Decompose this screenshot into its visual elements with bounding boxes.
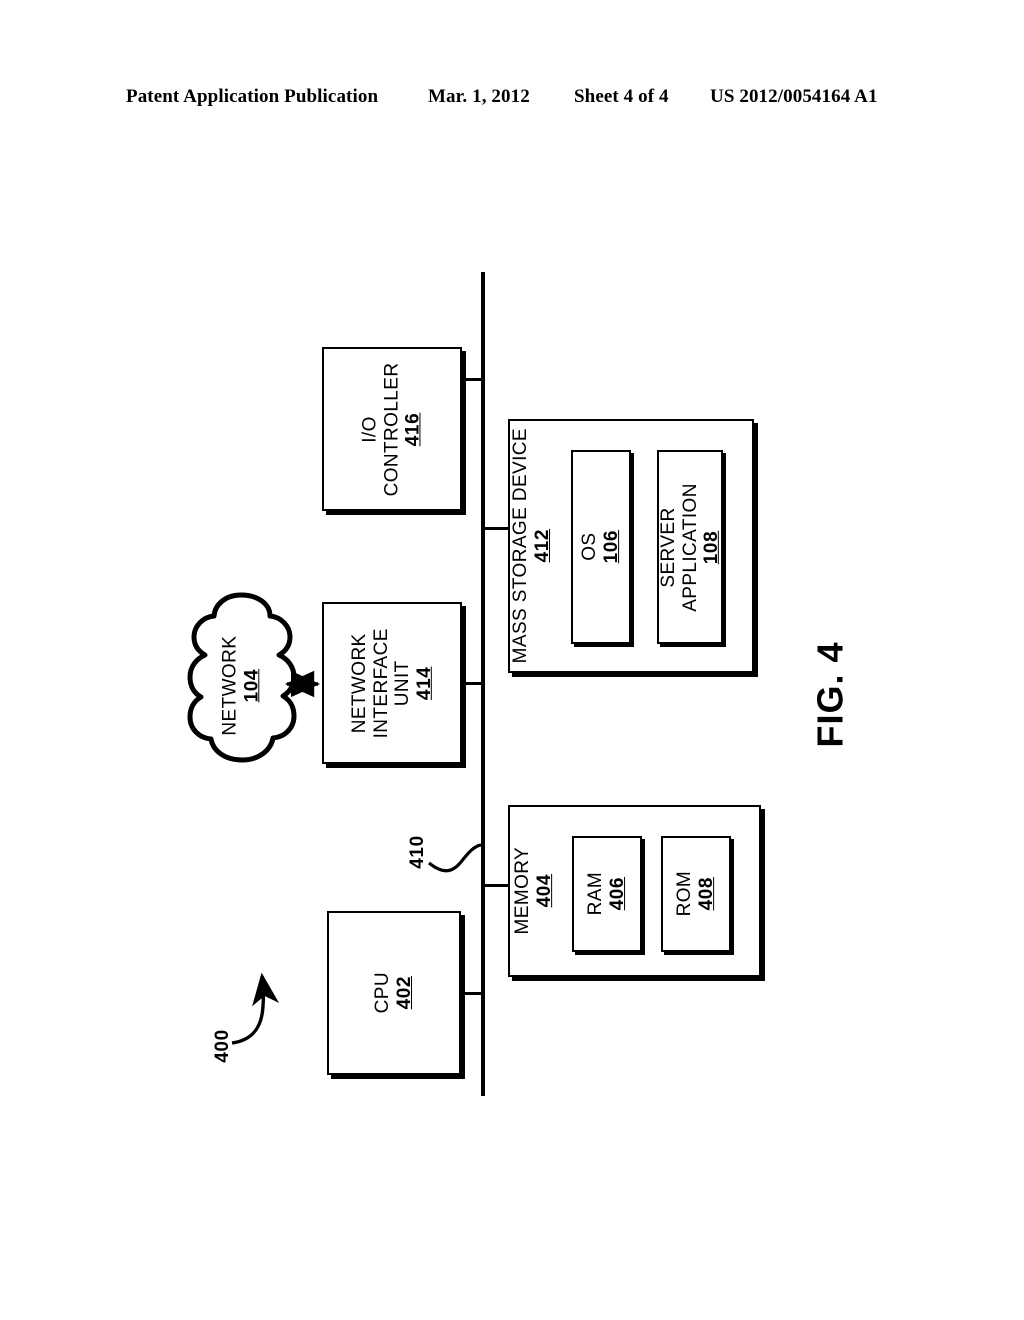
bus-stub-io-controller	[461, 378, 485, 381]
bus-ref-text: 410	[407, 835, 429, 869]
figure-caption: FIG. 4	[770, 600, 890, 790]
network-cloud-ref: 104	[241, 669, 262, 703]
block-rom	[661, 836, 731, 952]
block-os	[571, 450, 631, 644]
system-ref-text: 400	[212, 1029, 234, 1063]
bus-stub-network-unit	[461, 682, 485, 685]
block-ram	[572, 836, 642, 952]
block-cpu	[327, 911, 461, 1075]
bus-stub-mass-storage	[481, 527, 509, 530]
bus-stub-cpu	[461, 992, 485, 995]
bus-stub-memory	[481, 884, 509, 887]
figure-caption-text: FIG. 4	[809, 641, 851, 749]
system-ref-label: 400	[202, 1025, 244, 1067]
block-server-application	[657, 450, 723, 644]
bus-ref-label: 410	[398, 832, 438, 872]
figure-4-diagram: I/O CONTROLLER 416 MASS STORAGE DEVICE 4…	[0, 0, 1024, 1320]
block-io-controller	[322, 347, 462, 511]
network-cloud-line1: NETWORK	[219, 636, 241, 736]
block-network-interface-unit	[322, 602, 462, 764]
network-cloud-label: NETWORK 104	[182, 590, 300, 782]
